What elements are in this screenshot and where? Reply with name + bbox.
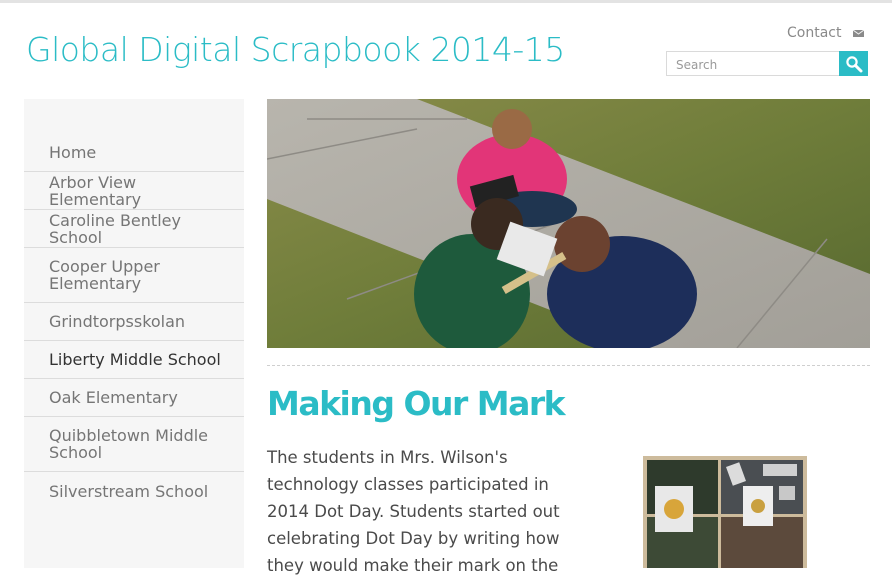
hero-photo-illustration — [267, 99, 870, 348]
nav-item-label: Grindtorpsskolan — [49, 312, 186, 331]
search-icon — [845, 55, 862, 72]
nav-item-label: Cooper Upper Elementary — [49, 257, 160, 293]
nav-item-grindtorpsskolan[interactable]: Grindtorpsskolan — [24, 303, 244, 341]
nav-item-label: Oak Elementary — [49, 388, 178, 407]
hero-image — [267, 99, 870, 348]
site-title[interactable]: Global Digital Scrapbook 2014-15 — [26, 30, 565, 69]
search-button[interactable] — [839, 51, 868, 76]
nav-item-label: Liberty Middle School — [49, 350, 221, 369]
top-border — [0, 0, 892, 3]
nav-item-label: Quibbletown Middle School — [49, 426, 209, 462]
mail-icon[interactable] — [853, 30, 864, 37]
section-divider — [267, 365, 870, 366]
article-thumbnail[interactable] — [643, 456, 807, 568]
nav-item-silverstream-school[interactable]: Silverstream School — [24, 472, 244, 510]
nav-item-label: Caroline Bentley School — [49, 210, 181, 247]
search-box — [666, 51, 868, 76]
article-body: The students in Mrs. Wilson's technology… — [267, 448, 560, 575]
nav-item-oak-elementary[interactable]: Oak Elementary — [24, 379, 244, 417]
thumbnail-photo-illustration — [647, 460, 803, 568]
nav-item-cooper-upper-elementary[interactable]: Cooper Upper Elementary — [24, 248, 244, 303]
search-input[interactable] — [666, 51, 839, 76]
contact-link[interactable]: Contact — [787, 25, 841, 41]
article-title: Making Our Mark — [267, 384, 566, 423]
nav-item-caroline-bentley-school[interactable]: Caroline Bentley School — [24, 210, 244, 248]
nav-item-arbor-view-elementary[interactable]: Arbor View Elementary — [24, 172, 244, 210]
sidebar-nav: Home Arbor View Elementary Caroline Bent… — [24, 134, 244, 510]
nav-item-quibbletown-middle-school[interactable]: Quibbletown Middle School — [24, 417, 244, 472]
sidebar: Home Arbor View Elementary Caroline Bent… — [24, 99, 244, 568]
nav-item-label: Silverstream School — [49, 481, 209, 501]
nav-item-home[interactable]: Home — [24, 134, 244, 172]
nav-item-label: Home — [49, 143, 97, 162]
nav-item-liberty-middle-school[interactable]: Liberty Middle School — [24, 341, 244, 379]
nav-item-label: Arbor View Elementary — [49, 172, 142, 209]
